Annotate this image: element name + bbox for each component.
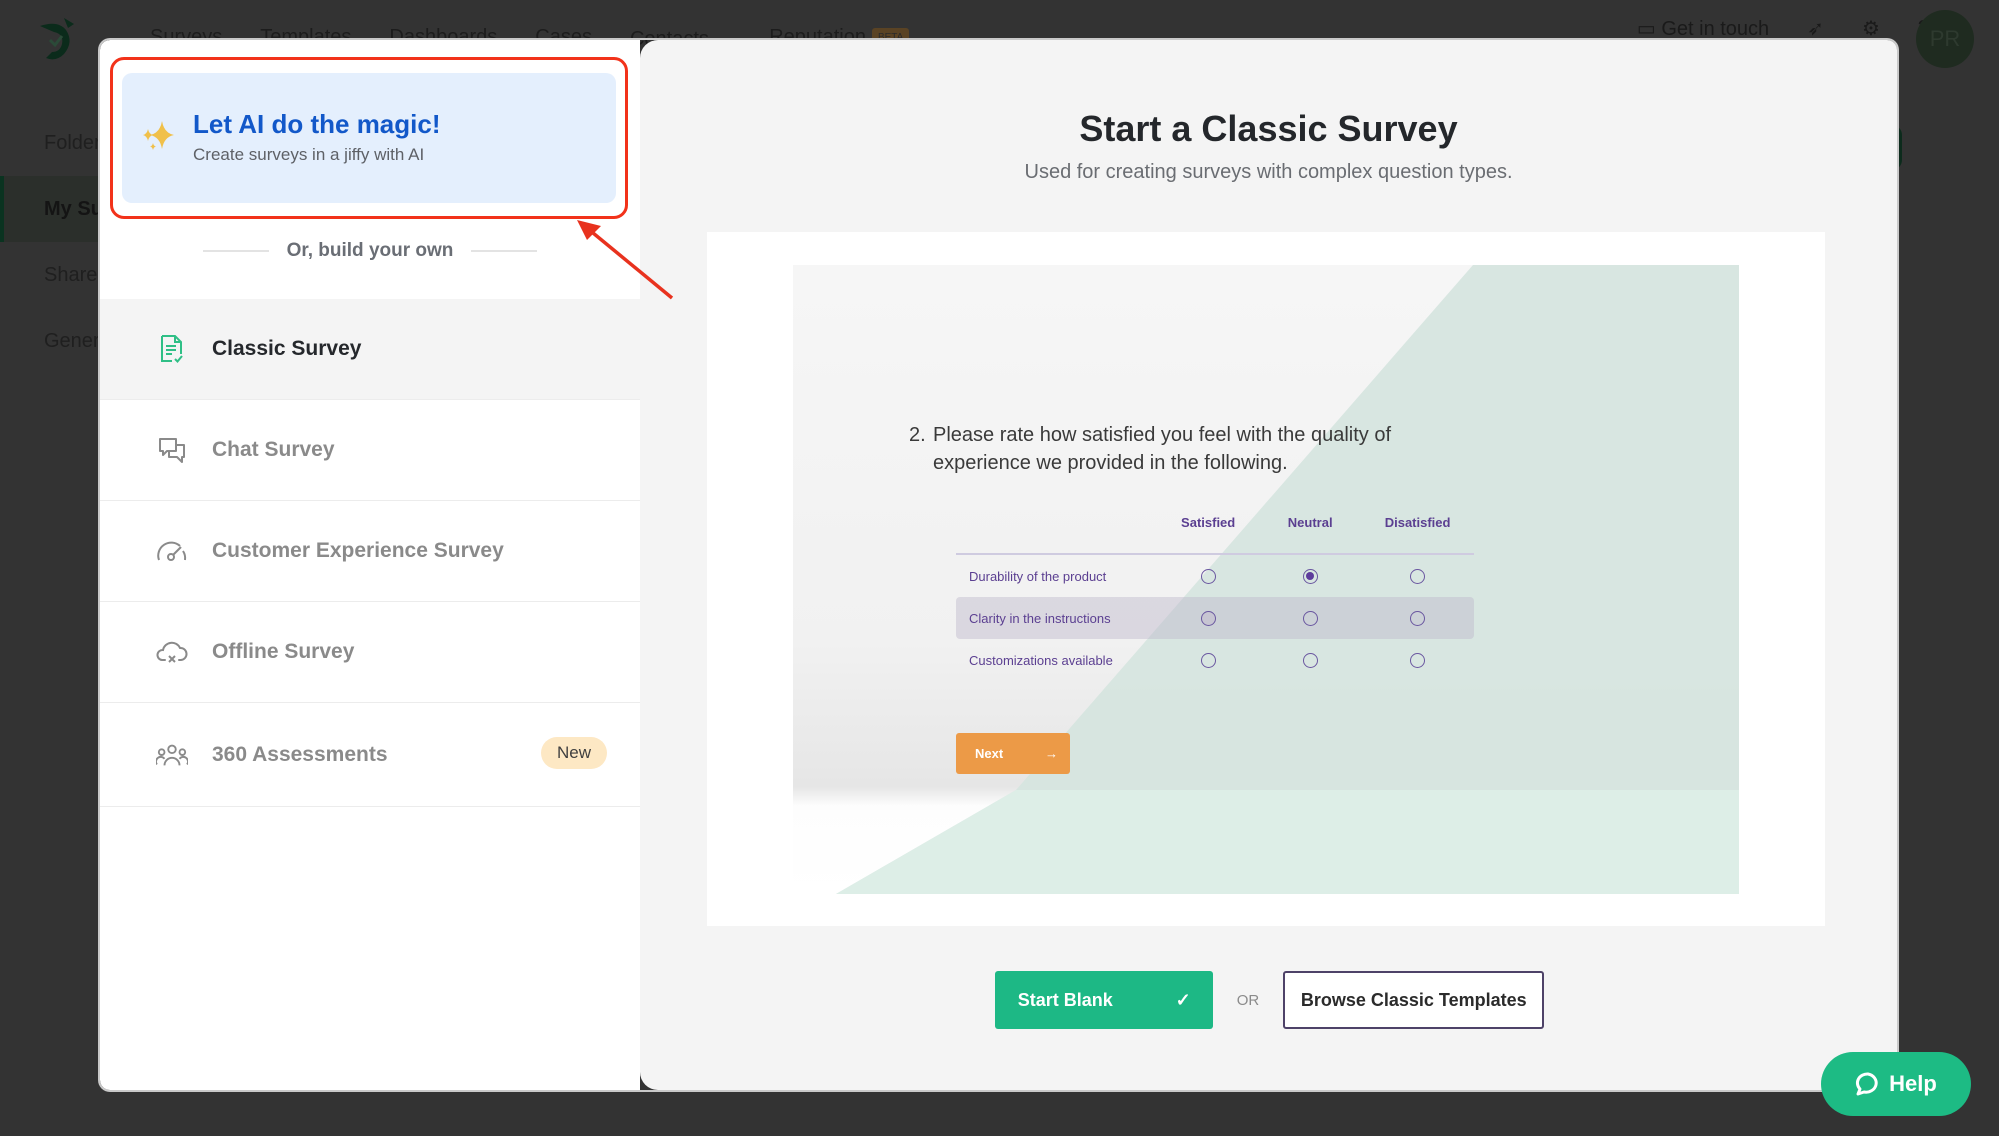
gauge-icon (156, 535, 188, 567)
preview-title: Start a Classic Survey (1079, 108, 1458, 149)
radio-button[interactable] (1410, 568, 1426, 584)
divider-line (202, 250, 269, 252)
survey-type-panel: Let AI do the magic! Create surveys in a… (100, 40, 640, 1090)
ai-create-card[interactable]: Let AI do the magic! Create surveys in a… (122, 73, 616, 203)
ai-card-subtitle: Create surveys in a jiffy with AI (193, 145, 425, 164)
matrix-header: Satisfied Neutral Disatisfied (956, 515, 1474, 555)
document-check-icon (156, 333, 188, 365)
matrix-column-header: Satisfied (1181, 515, 1236, 530)
calendar-icon: ▭ (1636, 18, 1656, 40)
start-blank-button[interactable]: Start Blank ✓ (994, 971, 1213, 1029)
chat-bubble-icon (1856, 1072, 1878, 1096)
radio-button[interactable] (1200, 610, 1216, 626)
survey-type-360[interactable]: 360 Assessments New (100, 703, 640, 807)
matrix-row-label: Durability of the product (969, 568, 1107, 584)
matrix-row: Customizations available (956, 639, 1474, 681)
ai-card-title: Let AI do the magic! (193, 109, 441, 139)
question-text: Please rate how satisfied you feel with … (933, 424, 1392, 474)
survey-type-label: Customer Experience Survey (212, 539, 504, 562)
survey-type-label: Classic Survey (212, 337, 362, 360)
divider-line (471, 250, 538, 252)
start-blank-label: Start Blank (1017, 989, 1113, 1010)
matrix-row-label: Clarity in the instructions (969, 610, 1111, 626)
radio-button[interactable] (1410, 652, 1426, 668)
modal-actions: Start Blank ✓ OR Browse Classic Template… (640, 971, 1897, 1029)
survey-type-label: 360 Assessments (212, 742, 388, 766)
preview-frame: 2. Please rate how satisfied you feel wi… (707, 232, 1825, 926)
radio-button-selected[interactable] (1302, 568, 1318, 584)
browse-templates-button[interactable]: Browse Classic Templates (1283, 971, 1545, 1029)
help-label: Help (1889, 1071, 1937, 1096)
survey-preview-image: 2. Please rate how satisfied you feel wi… (793, 265, 1739, 894)
build-your-own-divider: Or, build your own (100, 240, 640, 262)
arrow-right-icon: → (1045, 746, 1058, 761)
or-separator: OR (1236, 991, 1260, 1009)
matrix-column-header: Neutral (1287, 515, 1333, 530)
top-right-actions: ▭ Get in touch ➶ ⚙ ? (1637, 16, 1929, 41)
survey-type-label: Offline Survey (212, 640, 355, 663)
radio-button[interactable] (1302, 652, 1318, 668)
gear-icon[interactable]: ⚙ (1862, 16, 1880, 41)
question-number: 2. (909, 424, 926, 446)
preview-subtitle: Used for creating surveys with complex q… (1024, 161, 1513, 183)
check-icon: ✓ (1175, 989, 1191, 1010)
matrix-row: Clarity in the instructions (956, 597, 1474, 639)
radio-button[interactable] (1200, 652, 1216, 668)
sidebar-item-shared[interactable]: Shared (0, 242, 100, 308)
sidebar-item-folders[interactable]: Folders (0, 110, 100, 176)
radio-button[interactable] (1410, 610, 1426, 626)
survey-type-list: Classic Survey Chat Survey Customer Expe… (100, 299, 640, 807)
survey-type-offline[interactable]: Offline Survey (100, 602, 640, 703)
matrix-row: Durability of the product (956, 555, 1474, 597)
survey-preview-panel: Start a Classic Survey Used for creating… (640, 40, 1897, 1090)
matrix-column-header: Disatisfied (1384, 515, 1451, 530)
sidebar-item-my-surveys[interactable]: My Surveys (0, 176, 100, 242)
chat-bubbles-icon (156, 434, 188, 466)
app-logo-icon (40, 18, 74, 60)
survey-type-chat[interactable]: Chat Survey (100, 400, 640, 501)
new-badge: New (540, 737, 607, 769)
cloud-off-icon (156, 636, 188, 668)
matrix-row-label: Customizations available (969, 652, 1113, 668)
next-label: Next (975, 746, 1004, 761)
survey-type-label: Chat Survey (212, 438, 335, 461)
create-survey-modal: Let AI do the magic! Create surveys in a… (100, 40, 1897, 1090)
avatar[interactable]: PR (1916, 10, 1974, 68)
preview-next-button: Next → (956, 733, 1070, 774)
divider-text: Or, build your own (286, 240, 454, 261)
people-group-icon (156, 739, 188, 771)
sparkle-icon (143, 121, 174, 150)
rating-matrix: Satisfied Neutral Disatisfied Durability… (956, 515, 1474, 681)
survey-type-customer-experience[interactable]: Customer Experience Survey (100, 501, 640, 602)
help-button[interactable]: Help (1821, 1052, 1971, 1116)
sidebar-item-general[interactable]: General (0, 308, 100, 374)
get-in-touch-link[interactable]: ▭ Get in touch (1637, 16, 1769, 41)
radio-button[interactable] (1200, 568, 1216, 584)
background-sidebar: Folders My Surveys Shared General (0, 110, 100, 374)
rocket-icon[interactable]: ➶ (1807, 16, 1824, 41)
radio-button[interactable] (1302, 610, 1318, 626)
survey-type-classic[interactable]: Classic Survey (100, 299, 640, 400)
get-in-touch-label: Get in touch (1661, 18, 1770, 40)
preview-question: 2. Please rate how satisfied you feel wi… (909, 421, 1493, 477)
